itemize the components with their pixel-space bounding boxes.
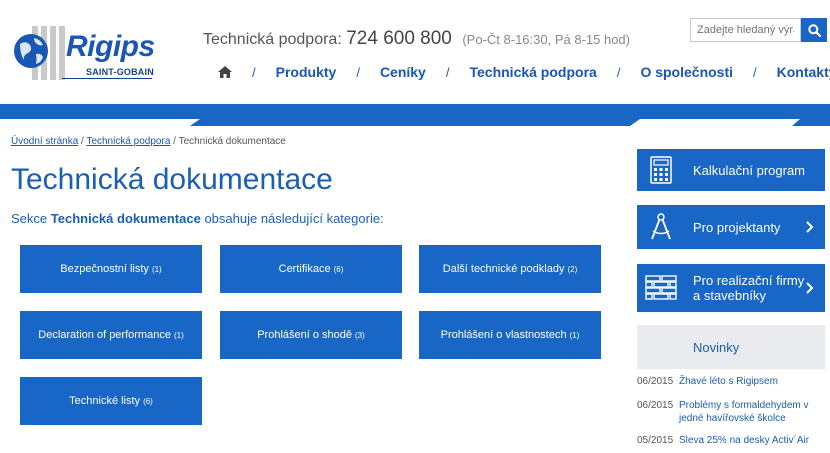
category-prohlaseni-o-vlastnostech[interactable]: Prohlášení o vlastnostech (1) [419, 311, 601, 359]
chevron-right-icon [806, 221, 814, 233]
sidebar-button-label: Pro realizační firmy a stavebníky [693, 273, 805, 303]
breadcrumb-separator: / [81, 136, 84, 147]
category-label: Certifikace [278, 263, 331, 275]
sidebar-button-label-line2: a stavebníky [693, 288, 766, 303]
sidebar-kalkulacni-program-button[interactable]: Kalkulační program [637, 149, 825, 191]
support-hours: (Po-Čt 8-16:30, Pá 8-15 hod) [462, 32, 630, 47]
compass-icon [649, 213, 673, 241]
breadcrumb: Úvodní stránka / Technická podpora / Tec… [11, 136, 286, 147]
news-item: 06/2015 Žhavé léto s Rigipsem [637, 375, 827, 388]
category-count: (2) [567, 264, 578, 274]
news-title-link[interactable]: Problémy s formaldehydem v jedné havířov… [679, 399, 827, 425]
category-label: Další technické podklady [442, 263, 565, 275]
calculator-icon [649, 156, 673, 184]
news-heading: Novinky [637, 325, 825, 369]
sidebar-button-label: Kalkulační program [693, 162, 805, 178]
nav-item-kontakty[interactable]: Kontakty [777, 64, 830, 80]
support-label: Technická podpora: [203, 31, 342, 48]
logo-wordmark: Rigips [66, 30, 155, 63]
nav-home[interactable] [218, 66, 232, 78]
nav-separator: / [616, 64, 621, 80]
news-date: 05/2015 [637, 435, 674, 446]
chevron-right-icon [806, 282, 814, 294]
sidebar-button-label: Pro projektanty [693, 219, 781, 235]
category-count: (6) [143, 396, 153, 406]
support-phone[interactable]: 724 600 800 [346, 28, 452, 49]
nav-item-produkty[interactable]: Produkty [276, 64, 337, 80]
category-prohlaseni-o-shode[interactable]: Prohlášení o shodě (3) [220, 311, 402, 359]
category-label: Prohlášení o shodě [257, 329, 352, 341]
category-declaration-of-performance[interactable]: Declaration of performance (1) [20, 311, 202, 359]
category-certifikace[interactable]: Certifikace (6) [220, 245, 402, 293]
logo-underline [62, 78, 152, 79]
category-label: Declaration of performance [38, 329, 171, 341]
search-input[interactable] [690, 18, 801, 42]
category-count: (1) [173, 330, 184, 340]
news-title-link[interactable]: Žhavé léto s Rigipsem [679, 375, 778, 388]
search-button[interactable] [801, 18, 827, 42]
breadcrumb-current: Technická dokumentace [178, 136, 286, 147]
breadcrumb-parent[interactable]: Technická podpora [86, 136, 170, 147]
category-label: Prohlášení o vlastnostech [440, 329, 567, 341]
brick-wall-icon [645, 274, 677, 302]
intro-before: Sekce [11, 211, 48, 226]
logo-subtitle: SAINT-GOBAIN [86, 67, 154, 77]
category-count: (6) [333, 264, 344, 274]
intro-text: Sekce Technická dokumentace obsahuje nás… [11, 211, 384, 226]
category-technicke-listy[interactable]: Technické listy (6) [20, 377, 202, 425]
news-date: 06/2015 [637, 376, 674, 387]
search-icon [807, 23, 821, 37]
sidebar-button-label-line1: Pro realizační firmy [693, 273, 805, 288]
category-label: Bezpečnostní listy [60, 263, 149, 275]
category-count: (1) [151, 264, 162, 274]
nav-item-ceniky[interactable]: Ceníky [380, 64, 426, 80]
category-dalsi-technicke-podklady[interactable]: Další technické podklady (2) [419, 245, 601, 293]
category-bezpecnostni-listy[interactable]: Bezpečnostní listy (1) [20, 245, 202, 293]
category-label: Technické listy [69, 395, 141, 407]
page-title: Technická dokumentace [11, 163, 333, 196]
breadcrumb-separator: / [173, 136, 176, 147]
news-title-link[interactable]: Sleva 25% na desky Activ´Air [679, 434, 809, 447]
sidebar-pro-realizacni-firmy-button[interactable]: Pro realizační firmy a stavebníky [637, 264, 825, 312]
home-icon [218, 66, 232, 78]
news-item: 05/2015 Sleva 25% na desky Activ´Air [637, 434, 827, 447]
intro-bold: Technická dokumentace [50, 211, 201, 226]
support-info: Technická podpora: 724 600 800 (Po-Čt 8-… [203, 28, 630, 50]
intro-after: obsahuje následující kategorie: [204, 211, 384, 226]
band-decoration [0, 119, 800, 126]
news-item: 06/2015 Problémy s formaldehydem v jedné… [637, 399, 827, 425]
breadcrumb-home[interactable]: Úvodní stránka [11, 136, 78, 147]
nav-separator: / [753, 64, 757, 80]
nav-separator: / [356, 64, 360, 80]
nav-separator: / [252, 64, 256, 80]
main-nav: / Produkty / Ceníky / Technická podpora … [218, 62, 830, 82]
category-count: (1) [569, 330, 580, 340]
nav-separator: / [445, 64, 450, 80]
news-date: 06/2015 [637, 400, 674, 411]
category-count: (3) [355, 330, 365, 340]
nav-item-o-spolecnosti[interactable]: O společnosti [640, 64, 733, 80]
nav-item-technicka-podpora[interactable]: Technická podpora [469, 64, 596, 80]
sidebar-pro-projektanty-button[interactable]: Pro projektanty [637, 205, 825, 249]
